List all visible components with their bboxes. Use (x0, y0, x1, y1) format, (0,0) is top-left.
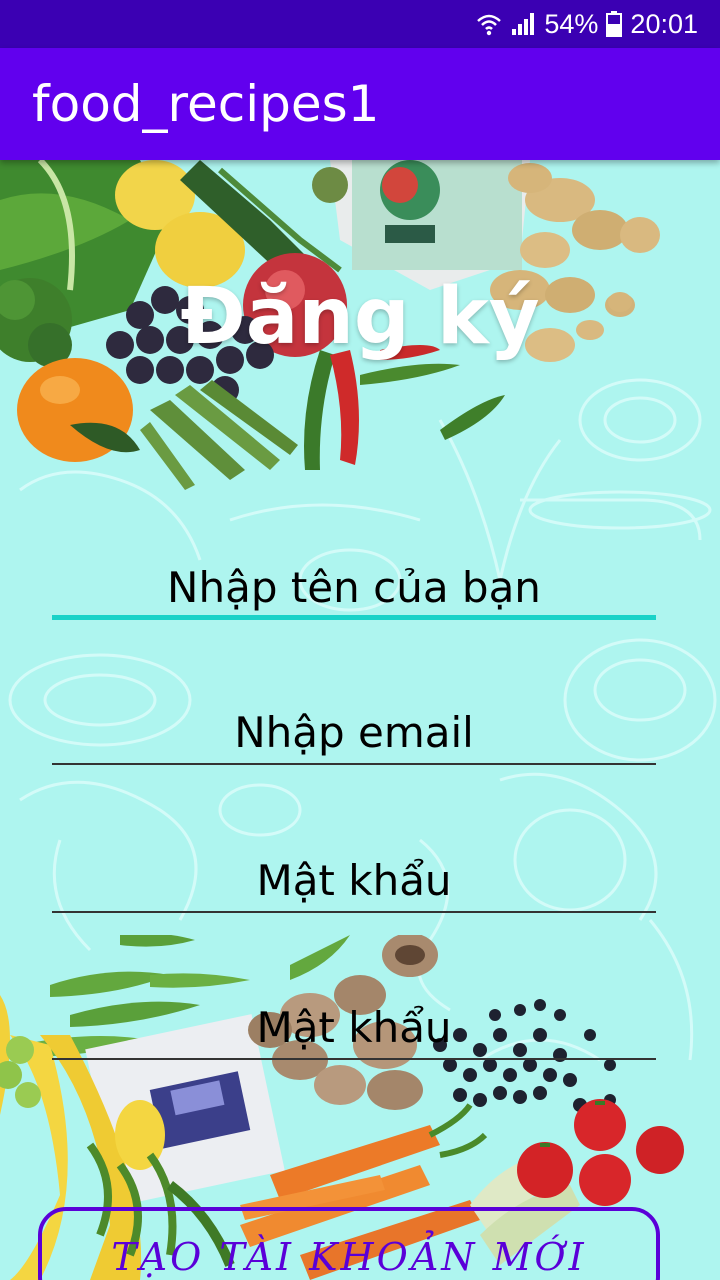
clock: 20:01 (630, 8, 698, 39)
email-field[interactable]: Nhập email (52, 695, 656, 765)
status-bar: 54% 20:01 (0, 0, 720, 48)
create-account-button-label: TẠO TÀI KHOẢN MỚI (111, 1235, 587, 1279)
password-field-text: Mật khẩu (256, 856, 452, 905)
app-title: food_recipes1 (32, 75, 380, 133)
create-account-button[interactable]: TẠO TÀI KHOẢN MỚI (38, 1207, 660, 1280)
status-icons: 54% 20:01 (476, 6, 698, 42)
page-title: Đăng ký (180, 272, 540, 362)
signal-icon (512, 13, 535, 35)
wifi-icon (477, 14, 502, 36)
name-field[interactable]: Nhập tên của bạn (52, 550, 656, 620)
battery-percent: 54% (544, 8, 599, 39)
password-field-underline (52, 911, 656, 913)
app-bar: food_recipes1 (0, 48, 720, 160)
confirm-password-field[interactable]: Mật khẩu (52, 990, 656, 1060)
name-field-underline (52, 615, 656, 620)
battery-icon (606, 11, 623, 37)
confirm-password-field-text: Mật khẩu (256, 1003, 452, 1052)
register-screen: Đăng ký Nhập tên của bạn Nhập email Mật … (0, 160, 720, 1280)
confirm-password-field-underline (52, 1058, 656, 1060)
name-field-text: Nhập tên của bạn (167, 563, 541, 612)
email-field-text: Nhập email (234, 708, 474, 757)
email-field-underline (52, 763, 656, 765)
password-field[interactable]: Mật khẩu (52, 843, 656, 913)
